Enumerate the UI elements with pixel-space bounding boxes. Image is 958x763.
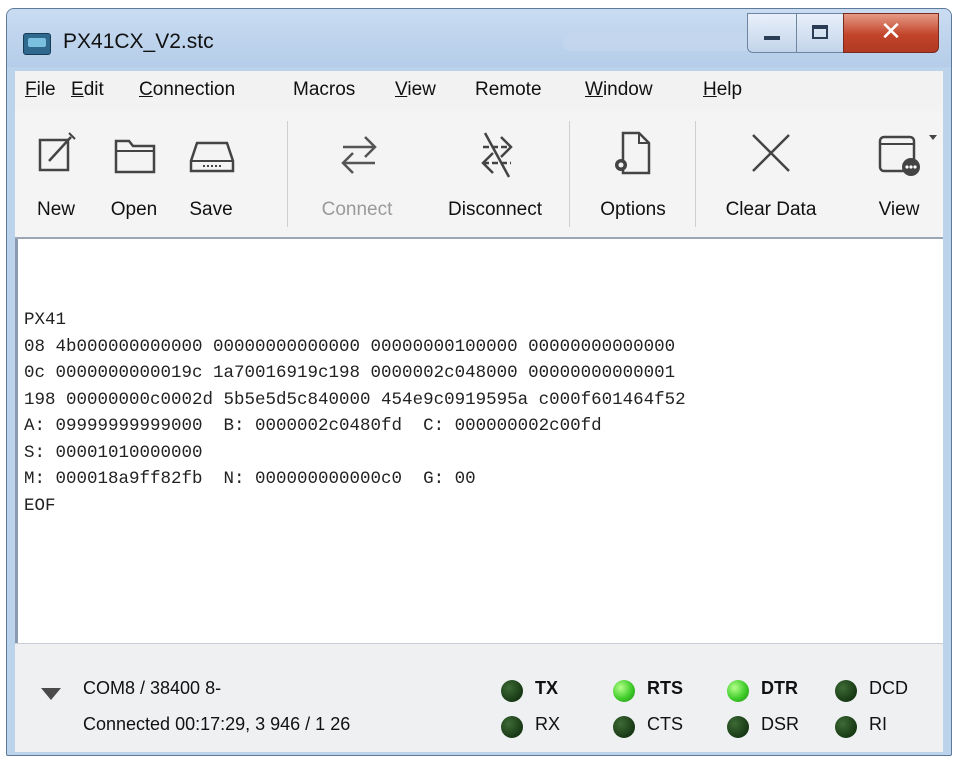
minimize-icon <box>764 36 780 40</box>
dtr-led-indicator[interactable] <box>727 680 749 702</box>
ri-label: RI <box>869 714 887 734</box>
maximize-button[interactable] <box>796 13 844 53</box>
terminal-line: EOF <box>24 495 56 516</box>
toolbar-separator <box>287 121 288 227</box>
dcd-label: DCD <box>869 678 908 698</box>
new-document-icon <box>38 132 76 172</box>
rts-label: RTS <box>647 678 683 698</box>
app-window: PX41CX_V2.stc ✕ File Edit Connection Mac… <box>6 8 952 756</box>
rx-led-indicator <box>501 716 523 738</box>
options-label: Options <box>600 199 666 220</box>
terminal-line: S: 00001010000000 <box>24 442 203 463</box>
close-button[interactable]: ✕ <box>843 13 939 53</box>
app-terminal-icon[interactable] <box>23 33 51 55</box>
save-label: Save <box>189 199 233 220</box>
close-icon: ✕ <box>880 17 902 47</box>
new-button[interactable]: New <box>21 111 91 237</box>
terminal-line: 0c 0000000000019c 1a70016919c198 0000002… <box>24 363 676 383</box>
terminal-line: 08 4b000000000000 00000000000000 0000000… <box>24 336 676 357</box>
dcd-led-indicator <box>835 680 857 702</box>
title-bar[interactable]: PX41CX_V2.stc ✕ <box>7 9 951 67</box>
options-document-gear-icon <box>615 131 651 175</box>
expand-status-icon[interactable] <box>41 688 61 700</box>
toolbar-separator <box>569 121 570 227</box>
clear-data-label: Clear Data <box>725 199 817 220</box>
toolbar-separator <box>695 121 696 227</box>
terminal-output[interactable]: PX41 08 4b000000000000 00000000000000 000… <box>15 239 943 643</box>
disk-drive-icon <box>189 141 235 173</box>
tx-label: TX <box>535 678 559 698</box>
cts-label: CTS <box>647 714 683 734</box>
save-button[interactable]: Save <box>175 111 247 237</box>
menu-macros[interactable]: Macros <box>293 79 355 101</box>
connection-status: Connected 00:17:29, 3 946 / 1 26 <box>83 714 351 734</box>
disconnect-arrows-icon <box>481 132 513 178</box>
menu-view[interactable]: View <box>395 79 436 101</box>
connect-button[interactable]: Connect <box>305 111 409 237</box>
port-settings: COM8 / 38400 8- <box>83 678 222 698</box>
ri-led-indicator <box>835 716 857 738</box>
menu-edit[interactable]: Edit <box>71 79 104 101</box>
dsr-led-indicator <box>727 716 749 738</box>
connect-arrows-icon <box>341 136 377 174</box>
menu-connection[interactable]: Connection <box>139 79 235 101</box>
maximize-icon <box>812 25 828 39</box>
terminal-line: PX41 <box>24 310 67 330</box>
rx-label: RX <box>535 714 561 734</box>
clear-data-button[interactable]: Clear Data <box>709 111 833 237</box>
open-button[interactable]: Open <box>93 111 175 237</box>
menu-help[interactable]: Help <box>703 79 742 101</box>
dtr-label: DTR <box>761 678 798 698</box>
dsr-label: DSR <box>761 714 800 734</box>
menu-remote[interactable]: Remote <box>475 79 542 101</box>
view-window-icon <box>878 135 937 176</box>
cts-led-indicator <box>613 716 635 738</box>
rts-led-indicator <box>613 680 635 702</box>
menu-bar: File Edit Connection Macros View Remote … <box>15 71 943 112</box>
blurred-title-area <box>563 33 753 51</box>
connect-label: Connect <box>321 199 393 220</box>
terminal-text: PX41 08 4b000000000000 00000000000000 000… <box>24 307 686 519</box>
status-panel: COM8 / 38400 8- Connected 00:17:29, 3 94… <box>15 643 943 752</box>
minimize-button[interactable] <box>747 13 797 53</box>
options-button[interactable]: Options <box>581 111 685 237</box>
terminal-line: 198 00000000c0002d 5b5e5d5c840000 454e9c… <box>24 389 686 410</box>
terminal-line: M: 000018a9ff82fb N: 000000000000c0 G: 0… <box>24 469 476 489</box>
view-button[interactable]: View <box>851 111 947 237</box>
folder-icon <box>114 139 156 174</box>
disconnect-button[interactable]: Disconnect <box>425 111 565 237</box>
disconnect-label: Disconnect <box>448 199 542 220</box>
window-title: PX41CX_V2.stc <box>63 30 214 53</box>
open-label: Open <box>110 199 158 220</box>
menu-window[interactable]: Window <box>585 79 653 101</box>
menu-file[interactable]: File <box>25 79 56 101</box>
terminal-line: A: 09999999999000 B: 0000002c0480fd C: 0… <box>24 416 602 436</box>
tx-led-indicator <box>501 680 523 702</box>
new-label: New <box>36 199 75 220</box>
clear-x-icon <box>752 134 790 172</box>
view-label: View <box>878 199 920 220</box>
toolbar: New Open Save Connect Disconnect Options… <box>15 111 943 239</box>
